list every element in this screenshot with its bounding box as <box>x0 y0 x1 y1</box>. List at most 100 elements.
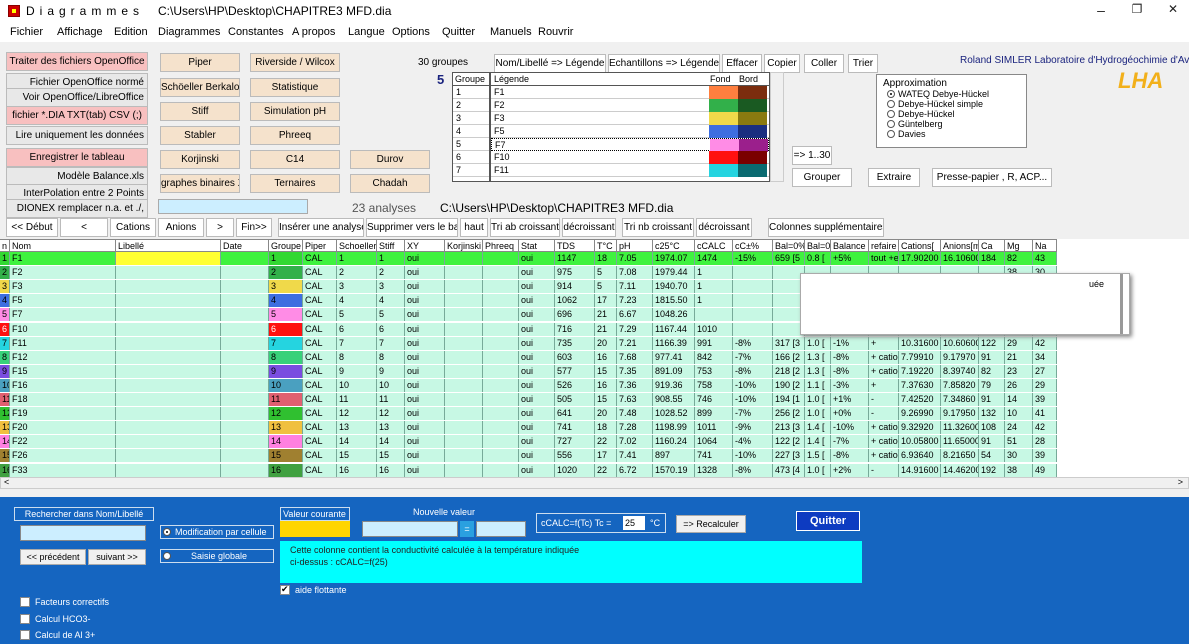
table-cell[interactable]: 11 <box>337 393 377 406</box>
table-cell[interactable]: 166 [2 <box>773 350 805 364</box>
column-header[interactable]: Bal=0% <box>773 239 805 252</box>
table-cell[interactable]: 5 <box>595 280 617 294</box>
table-cell[interactable]: oui <box>519 364 555 378</box>
bord-swatch[interactable] <box>738 99 767 112</box>
table-cell[interactable]: CAL <box>303 393 337 406</box>
table-cell[interactable]: 122 <box>979 336 1005 350</box>
group-number[interactable]: 5 <box>453 138 489 151</box>
range-button[interactable]: => 1..30 <box>792 146 832 165</box>
table-cell[interactable]: 1.0 [ <box>805 463 831 477</box>
table-cell[interactable]: 15 <box>595 364 617 378</box>
haut-button[interactable]: haut <box>460 218 488 237</box>
table-cell[interactable]: 22 <box>595 463 617 477</box>
data-grid[interactable]: n Nom Libellé Date Groupe Piper Schoeller Stiff… <box>0 239 1189 489</box>
korjinski-button[interactable]: Korjinski <box>160 150 240 169</box>
table-cell[interactable]: 1474 <box>695 252 733 265</box>
table-cell[interactable]: 505 <box>555 393 595 406</box>
table-cell[interactable]: 2 <box>337 266 377 280</box>
table-cell[interactable]: 22 <box>595 435 617 449</box>
table-cell[interactable]: -8% <box>733 336 773 350</box>
table-cell[interactable]: oui <box>405 435 445 449</box>
table-cell[interactable]: CAL <box>303 294 337 308</box>
table-cell[interactable]: -8% <box>831 364 869 378</box>
simulation-ph-button[interactable]: Simulation pH <box>250 102 340 121</box>
table-cell[interactable]: 9 <box>337 364 377 378</box>
inserer-button[interactable]: Insérer une analyse <box>278 218 364 237</box>
table-cell[interactable]: 1010 <box>695 322 733 336</box>
column-header[interactable]: Libellé <box>116 239 221 252</box>
column-header[interactable]: Cations[ <box>899 239 941 252</box>
table-cell[interactable]: 10 <box>377 378 405 392</box>
table-cell[interactable] <box>116 280 221 294</box>
table-cell[interactable]: oui <box>405 280 445 294</box>
table-cell[interactable]: 897 <box>653 449 695 463</box>
extraire-button[interactable]: Extraire <box>868 168 920 187</box>
lire-donnees-button[interactable]: Lire uniquement les données <box>6 126 148 145</box>
table-cell[interactable] <box>221 449 269 463</box>
table-cell[interactable]: 213 [3 <box>773 421 805 435</box>
table-cell[interactable]: 7.48 <box>617 407 653 421</box>
table-cell[interactable]: -8% <box>733 463 773 477</box>
table-cell[interactable]: 1940.70 <box>653 280 695 294</box>
table-cell[interactable]: oui <box>519 393 555 406</box>
column-header[interactable]: Nom <box>10 239 116 252</box>
table-cell[interactable]: 82 <box>979 364 1005 378</box>
table-cell[interactable]: 108 <box>979 421 1005 435</box>
menu-constantes[interactable]: Constantes <box>228 26 284 38</box>
table-cell[interactable] <box>445 322 483 336</box>
table-cell[interactable]: 2 <box>0 266 10 280</box>
table-cell[interactable]: + cations <box>869 435 899 449</box>
precedent-button[interactable]: << précédent <box>20 549 86 565</box>
table-cell[interactable]: 7.34860 <box>941 393 979 406</box>
table-cell[interactable]: 15 <box>337 449 377 463</box>
table-cell[interactable]: 1.0 [ <box>805 393 831 406</box>
table-cell[interactable]: oui <box>405 350 445 364</box>
table-cell[interactable]: F3 <box>10 280 116 294</box>
nom-legende-button[interactable]: Nom/Libellé => Légende <box>494 54 606 73</box>
table-cell[interactable]: 51 <box>1005 435 1033 449</box>
table-cell[interactable]: 5 <box>0 308 10 322</box>
table-cell[interactable]: 8 <box>269 350 303 364</box>
table-cell[interactable]: 4 <box>269 294 303 308</box>
table-cell[interactable]: 5 <box>595 266 617 280</box>
search-input[interactable] <box>20 525 146 541</box>
prev-button[interactable]: < <box>60 218 108 237</box>
table-row[interactable]: 10F1610CAL1010ouioui526167.36919.36758-1… <box>0 378 1189 392</box>
table-cell[interactable]: 9 <box>269 364 303 378</box>
table-cell[interactable] <box>483 252 519 265</box>
table-cell[interactable] <box>445 393 483 406</box>
table-cell[interactable]: 16 <box>595 378 617 392</box>
coller-button[interactable]: Coller <box>804 54 844 73</box>
table-cell[interactable]: 12 <box>337 407 377 421</box>
table-cell[interactable]: 10 <box>0 378 10 392</box>
table-cell[interactable]: -7% <box>733 407 773 421</box>
table-cell[interactable]: 7.68 <box>617 350 653 364</box>
table-cell[interactable]: F5 <box>10 294 116 308</box>
column-header[interactable]: cCALC <box>695 239 733 252</box>
column-header[interactable]: Balance <box>831 239 869 252</box>
table-cell[interactable]: 122 [2 <box>773 435 805 449</box>
table-cell[interactable] <box>445 435 483 449</box>
bord-swatch[interactable] <box>738 112 767 125</box>
table-cell[interactable]: 1062 <box>555 294 595 308</box>
table-cell[interactable]: 9.26990 <box>899 407 941 421</box>
table-cell[interactable]: 49 <box>1033 463 1057 477</box>
table-cell[interactable]: -8% <box>831 449 869 463</box>
table-cell[interactable]: 184 <box>979 252 1005 265</box>
column-header[interactable]: Stiff <box>377 239 405 252</box>
table-cell[interactable]: 899 <box>695 407 733 421</box>
table-cell[interactable]: -10% <box>733 378 773 392</box>
table-cell[interactable] <box>445 378 483 392</box>
table-cell[interactable]: oui <box>405 252 445 265</box>
durov-button[interactable]: Durov <box>350 150 430 169</box>
table-cell[interactable]: oui <box>405 421 445 435</box>
table-cell[interactable]: 7.11 <box>617 280 653 294</box>
table-cell[interactable]: + <box>869 378 899 392</box>
group-number[interactable]: 4 <box>453 125 489 138</box>
table-cell[interactable]: 3 <box>337 280 377 294</box>
scroll-left-icon[interactable]: < <box>4 477 9 487</box>
table-cell[interactable]: 14.46200 <box>941 463 979 477</box>
trier-button[interactable]: Trier <box>848 54 878 73</box>
column-header[interactable]: Phreeq <box>483 239 519 252</box>
table-cell[interactable]: 3 <box>269 280 303 294</box>
